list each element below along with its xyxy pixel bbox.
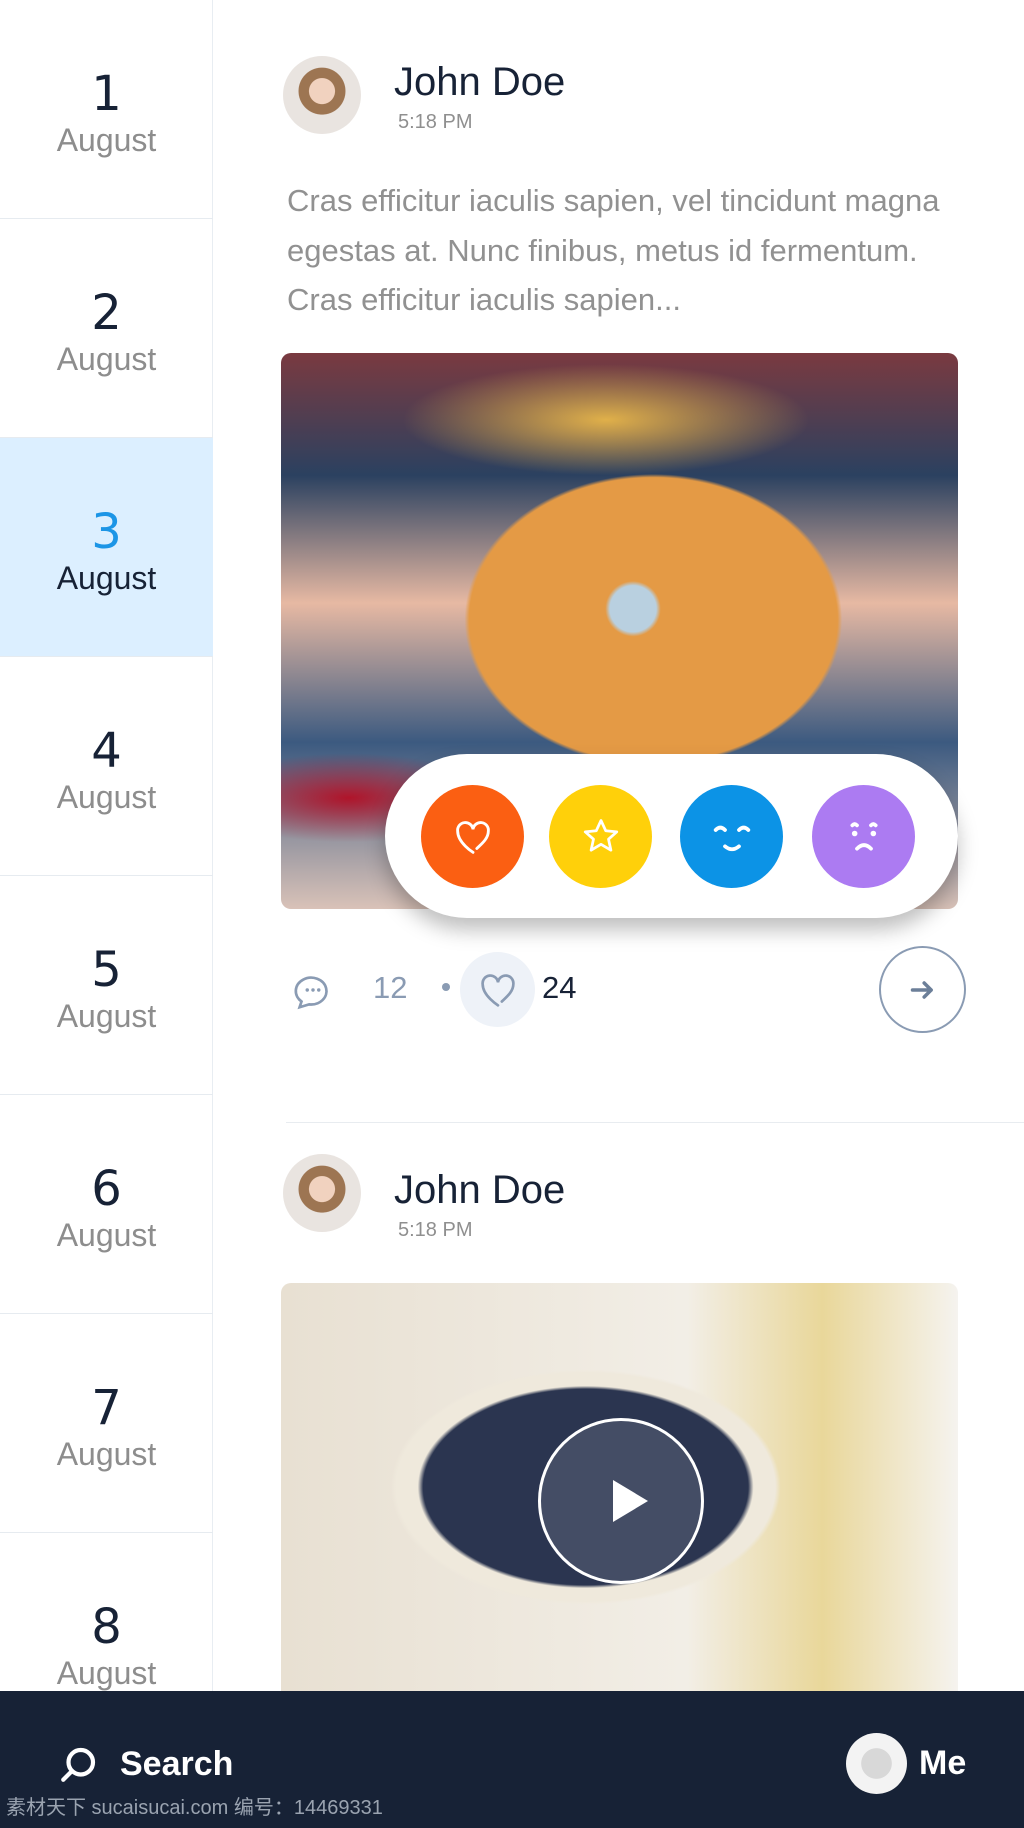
arrow-right-icon [910, 980, 933, 999]
reaction-happy-button[interactable] [680, 785, 783, 888]
comment-icon [294, 976, 328, 1010]
date-item-5[interactable]: 5 August [0, 876, 213, 1095]
day-month: August [56, 560, 157, 596]
search-button[interactable]: Search [58, 1743, 233, 1785]
day-month: August [56, 1436, 157, 1472]
star-icon [583, 818, 618, 852]
profile-button[interactable]: Me [846, 1733, 966, 1794]
separator-dot [442, 983, 450, 991]
heart-icon [480, 973, 515, 1007]
reaction-love-button[interactable] [421, 785, 524, 888]
day-month: August [56, 1217, 157, 1253]
post-text: Cras efficitur iaculis sapien, vel tinci… [287, 183, 940, 317]
play-button[interactable] [538, 1418, 704, 1584]
date-item-4[interactable]: 4 August [0, 657, 213, 876]
date-item-1[interactable]: 1 August [0, 0, 213, 219]
day-month: August [56, 998, 157, 1034]
play-icon [613, 1480, 648, 1522]
day-month: August [56, 122, 157, 158]
day-number: 6 [91, 1161, 122, 1217]
day-month: August [56, 1655, 157, 1691]
day-month: August [56, 779, 157, 815]
search-label: Search [120, 1744, 234, 1783]
day-number: 7 [91, 1380, 122, 1436]
day-number: 2 [91, 285, 122, 341]
open-post-button[interactable] [879, 946, 966, 1033]
reaction-star-button[interactable] [549, 785, 652, 888]
like-button[interactable] [460, 952, 535, 1027]
author-avatar[interactable] [283, 1154, 361, 1232]
author-avatar[interactable] [283, 56, 361, 134]
sad-icon [849, 821, 878, 851]
day-number: 3 [91, 504, 122, 560]
reaction-sad-button[interactable] [812, 785, 915, 888]
heart-icon [455, 820, 490, 854]
comment-button[interactable] [290, 967, 336, 1017]
post-divider [286, 1122, 1024, 1123]
date-item-7[interactable]: 7 August [0, 1314, 213, 1533]
smile-icon [713, 825, 750, 851]
comment-count: 12 [373, 970, 408, 1005]
author-name[interactable]: John Doe [394, 60, 565, 105]
watermark: 素材天下 sucaisucai.com 编号：14469331 [6, 1797, 383, 1819]
user-avatar [846, 1733, 907, 1794]
author-name[interactable]: John Doe [394, 1168, 565, 1213]
date-item-3[interactable]: 3 August [0, 438, 213, 657]
me-label: Me [919, 1744, 967, 1782]
date-item-6[interactable]: 6 August [0, 1095, 213, 1314]
day-number: 1 [91, 66, 122, 122]
post-time: 5:18 PM [398, 111, 473, 133]
reaction-picker [385, 754, 958, 918]
like-count: 24 [542, 970, 577, 1005]
day-month: August [56, 341, 157, 377]
day-number: 8 [91, 1599, 122, 1655]
post-time: 5:18 PM [398, 1219, 473, 1241]
date-sidebar: 1 August 2 August 3 August 4 August 5 August … [0, 0, 213, 1691]
bottom-bar: Search Me 素材天下 sucaisucai.com 编号：1446933… [0, 1691, 1024, 1828]
day-number: 4 [91, 723, 122, 779]
search-icon [61, 1747, 96, 1782]
date-item-2[interactable]: 2 August [0, 219, 213, 438]
day-number: 5 [91, 942, 122, 998]
